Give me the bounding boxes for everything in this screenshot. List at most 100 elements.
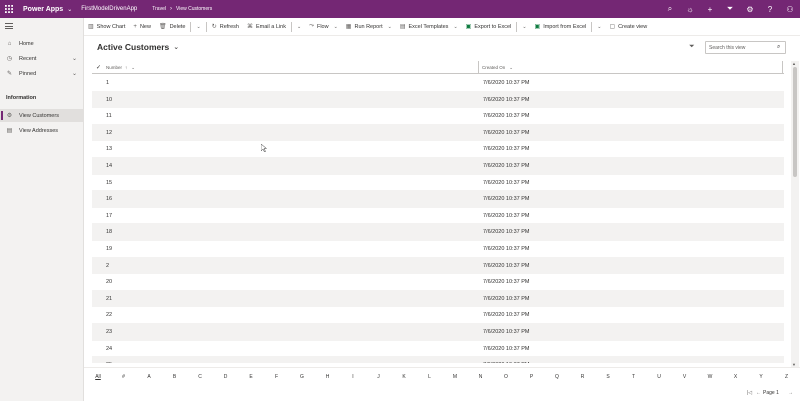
jump-letter[interactable]: L bbox=[424, 374, 436, 380]
jump-letter[interactable]: All bbox=[92, 374, 104, 380]
jump-letter[interactable]: Z bbox=[781, 374, 793, 380]
help-icon[interactable]: ? bbox=[760, 0, 780, 18]
import-excel-button[interactable]: ▣ Import from Excel bbox=[531, 18, 591, 36]
chevron-down-icon[interactable]: ⌄ bbox=[72, 70, 77, 77]
table-row[interactable]: 18 7/6/2020 10:37 PM bbox=[92, 224, 784, 241]
cell-number[interactable]: 14 bbox=[106, 163, 112, 169]
app-name[interactable]: FirstModelDrivenApp bbox=[81, 6, 137, 12]
run-report-button[interactable]: ▦ Run Report ⌄ bbox=[342, 18, 396, 36]
cell-number[interactable]: 20 bbox=[106, 279, 112, 285]
column-resizer[interactable] bbox=[478, 61, 479, 74]
scroll-up-icon[interactable]: ▲ bbox=[792, 61, 796, 66]
table-row[interactable]: 22 7/6/2020 10:37 PM bbox=[92, 307, 784, 324]
jump-letter[interactable]: X bbox=[730, 374, 742, 380]
new-button[interactable]: + New bbox=[129, 18, 155, 36]
previous-page-icon[interactable]: ← bbox=[756, 390, 761, 396]
filter-icon[interactable]: ⏷ bbox=[689, 43, 695, 51]
table-row[interactable]: 17 7/6/2020 10:37 PM bbox=[92, 208, 784, 225]
filter-icon[interactable]: ⏷ bbox=[720, 0, 740, 18]
jump-letter[interactable]: M bbox=[449, 374, 461, 380]
breadcrumb-item-travel[interactable]: Travel bbox=[152, 6, 166, 12]
table-row[interactable]: 13 7/6/2020 10:37 PM bbox=[92, 141, 784, 158]
jump-letter[interactable]: P bbox=[526, 374, 538, 380]
show-chart-button[interactable]: ▥ Show Chart bbox=[84, 18, 129, 36]
first-page-icon[interactable]: |◁ bbox=[747, 390, 752, 396]
table-row[interactable]: 14 7/6/2020 10:37 PM bbox=[92, 158, 784, 175]
delete-button[interactable]: 🗑 Delete bbox=[155, 18, 190, 36]
chevron-down-icon[interactable]: ⌄ bbox=[67, 6, 72, 13]
cell-number[interactable]: 13 bbox=[106, 146, 112, 152]
table-row[interactable]: 15 7/6/2020 10:37 PM bbox=[92, 175, 784, 192]
view-selector[interactable]: Active Customers ⌄ bbox=[97, 42, 179, 52]
gear-icon[interactable]: ⚙ bbox=[740, 0, 760, 18]
cell-number[interactable]: 25 bbox=[106, 362, 112, 363]
search-icon[interactable]: ⌕ bbox=[660, 0, 680, 18]
refresh-button[interactable]: ↻ Refresh bbox=[208, 18, 243, 36]
cell-number[interactable]: 1 bbox=[106, 80, 109, 86]
table-row[interactable]: 25 7/6/2020 10:37 PM bbox=[92, 357, 784, 363]
nav-recent[interactable]: ◷ Recent ⌄ bbox=[0, 52, 84, 65]
import-dropdown[interactable]: ⌄ bbox=[593, 18, 605, 36]
more-dropdown[interactable]: ⌄ bbox=[192, 18, 204, 36]
scrollbar-thumb[interactable] bbox=[793, 67, 797, 177]
jump-letter[interactable]: V bbox=[679, 374, 691, 380]
lightbulb-icon[interactable]: ☼ bbox=[680, 0, 700, 18]
jump-letter[interactable]: E bbox=[245, 374, 257, 380]
search-icon[interactable]: ⌕ bbox=[777, 44, 780, 51]
jump-letter[interactable]: J bbox=[373, 374, 385, 380]
jump-letter[interactable]: T bbox=[628, 374, 640, 380]
jump-letter[interactable]: K bbox=[398, 374, 410, 380]
table-row[interactable]: 1 7/6/2020 10:37 PM bbox=[92, 75, 784, 92]
cell-number[interactable]: 21 bbox=[106, 296, 112, 302]
column-resizer[interactable] bbox=[782, 61, 783, 74]
column-header-number[interactable]: Number ↑ ⌄ bbox=[106, 65, 135, 71]
excel-templates-button[interactable]: ▤ Excel Templates ⌄ bbox=[396, 18, 462, 36]
jump-letter[interactable]: # bbox=[118, 374, 130, 380]
flow-button[interactable]: ⤳ Flow ⌄ bbox=[305, 18, 342, 36]
cell-number[interactable]: 18 bbox=[106, 229, 112, 235]
cell-number[interactable]: 2 bbox=[106, 263, 109, 269]
table-row[interactable]: 2 7/6/2020 10:37 PM bbox=[92, 257, 784, 275]
jump-letter[interactable]: G bbox=[296, 374, 308, 380]
search-input[interactable] bbox=[709, 44, 775, 51]
export-excel-button[interactable]: ▣ Export to Excel bbox=[462, 18, 516, 36]
user-icon[interactable]: ⚇ bbox=[780, 0, 800, 18]
cell-number[interactable]: 24 bbox=[106, 346, 112, 352]
table-row[interactable]: 23 7/6/2020 10:37 PM bbox=[92, 324, 784, 341]
sidebar-item-view-addresses[interactable]: ▤ View Addresses bbox=[0, 124, 84, 137]
table-row[interactable]: 20 7/6/2020 10:37 PM bbox=[92, 274, 784, 291]
cell-number[interactable]: 16 bbox=[106, 196, 112, 202]
jump-letter[interactable]: H bbox=[322, 374, 334, 380]
select-all-checkbox[interactable]: ✓ bbox=[96, 64, 101, 71]
cell-number[interactable]: 11 bbox=[106, 113, 112, 119]
next-page-icon[interactable]: → bbox=[788, 390, 793, 396]
vertical-scrollbar[interactable]: ▲ ▼ bbox=[791, 61, 799, 367]
jump-letter[interactable]: R bbox=[577, 374, 589, 380]
jump-letter[interactable]: O bbox=[500, 374, 512, 380]
table-row[interactable]: 24 7/6/2020 10:37 PM bbox=[92, 341, 784, 358]
cell-number[interactable]: 22 bbox=[106, 312, 112, 318]
nav-home[interactable]: ⌂ Home bbox=[0, 37, 84, 50]
create-view-button[interactable]: ▢ Create view bbox=[605, 18, 651, 36]
jump-letter[interactable]: D bbox=[220, 374, 232, 380]
cell-number[interactable]: 10 bbox=[106, 97, 112, 103]
sidebar-item-view-customers[interactable]: ⚙ View Customers bbox=[0, 109, 84, 122]
table-row[interactable]: 10 7/6/2020 10:37 PM bbox=[92, 91, 784, 109]
nav-pinned[interactable]: ✎ Pinned ⌄ bbox=[0, 67, 84, 80]
jump-letter[interactable]: W bbox=[704, 374, 716, 380]
table-row[interactable]: 16 7/6/2020 10:37 PM bbox=[92, 191, 784, 208]
jump-letter[interactable]: N bbox=[475, 374, 487, 380]
chevron-down-icon[interactable]: ⌄ bbox=[72, 55, 77, 62]
cell-number[interactable]: 15 bbox=[106, 180, 112, 186]
jump-letter[interactable]: Y bbox=[755, 374, 767, 380]
waffle-icon[interactable] bbox=[0, 0, 18, 18]
email-dropdown[interactable]: ⌄ bbox=[293, 18, 305, 36]
email-link-button[interactable]: ⌘ Email a Link bbox=[243, 18, 290, 36]
jump-letter[interactable]: A bbox=[143, 374, 155, 380]
jump-letter[interactable]: C bbox=[194, 374, 206, 380]
hamburger-menu-icon[interactable] bbox=[5, 23, 13, 29]
jump-letter[interactable]: U bbox=[653, 374, 665, 380]
cell-number[interactable]: 12 bbox=[106, 130, 112, 136]
column-header-created-on[interactable]: Created On ⌄ bbox=[482, 65, 513, 71]
jump-letter[interactable]: B bbox=[169, 374, 181, 380]
